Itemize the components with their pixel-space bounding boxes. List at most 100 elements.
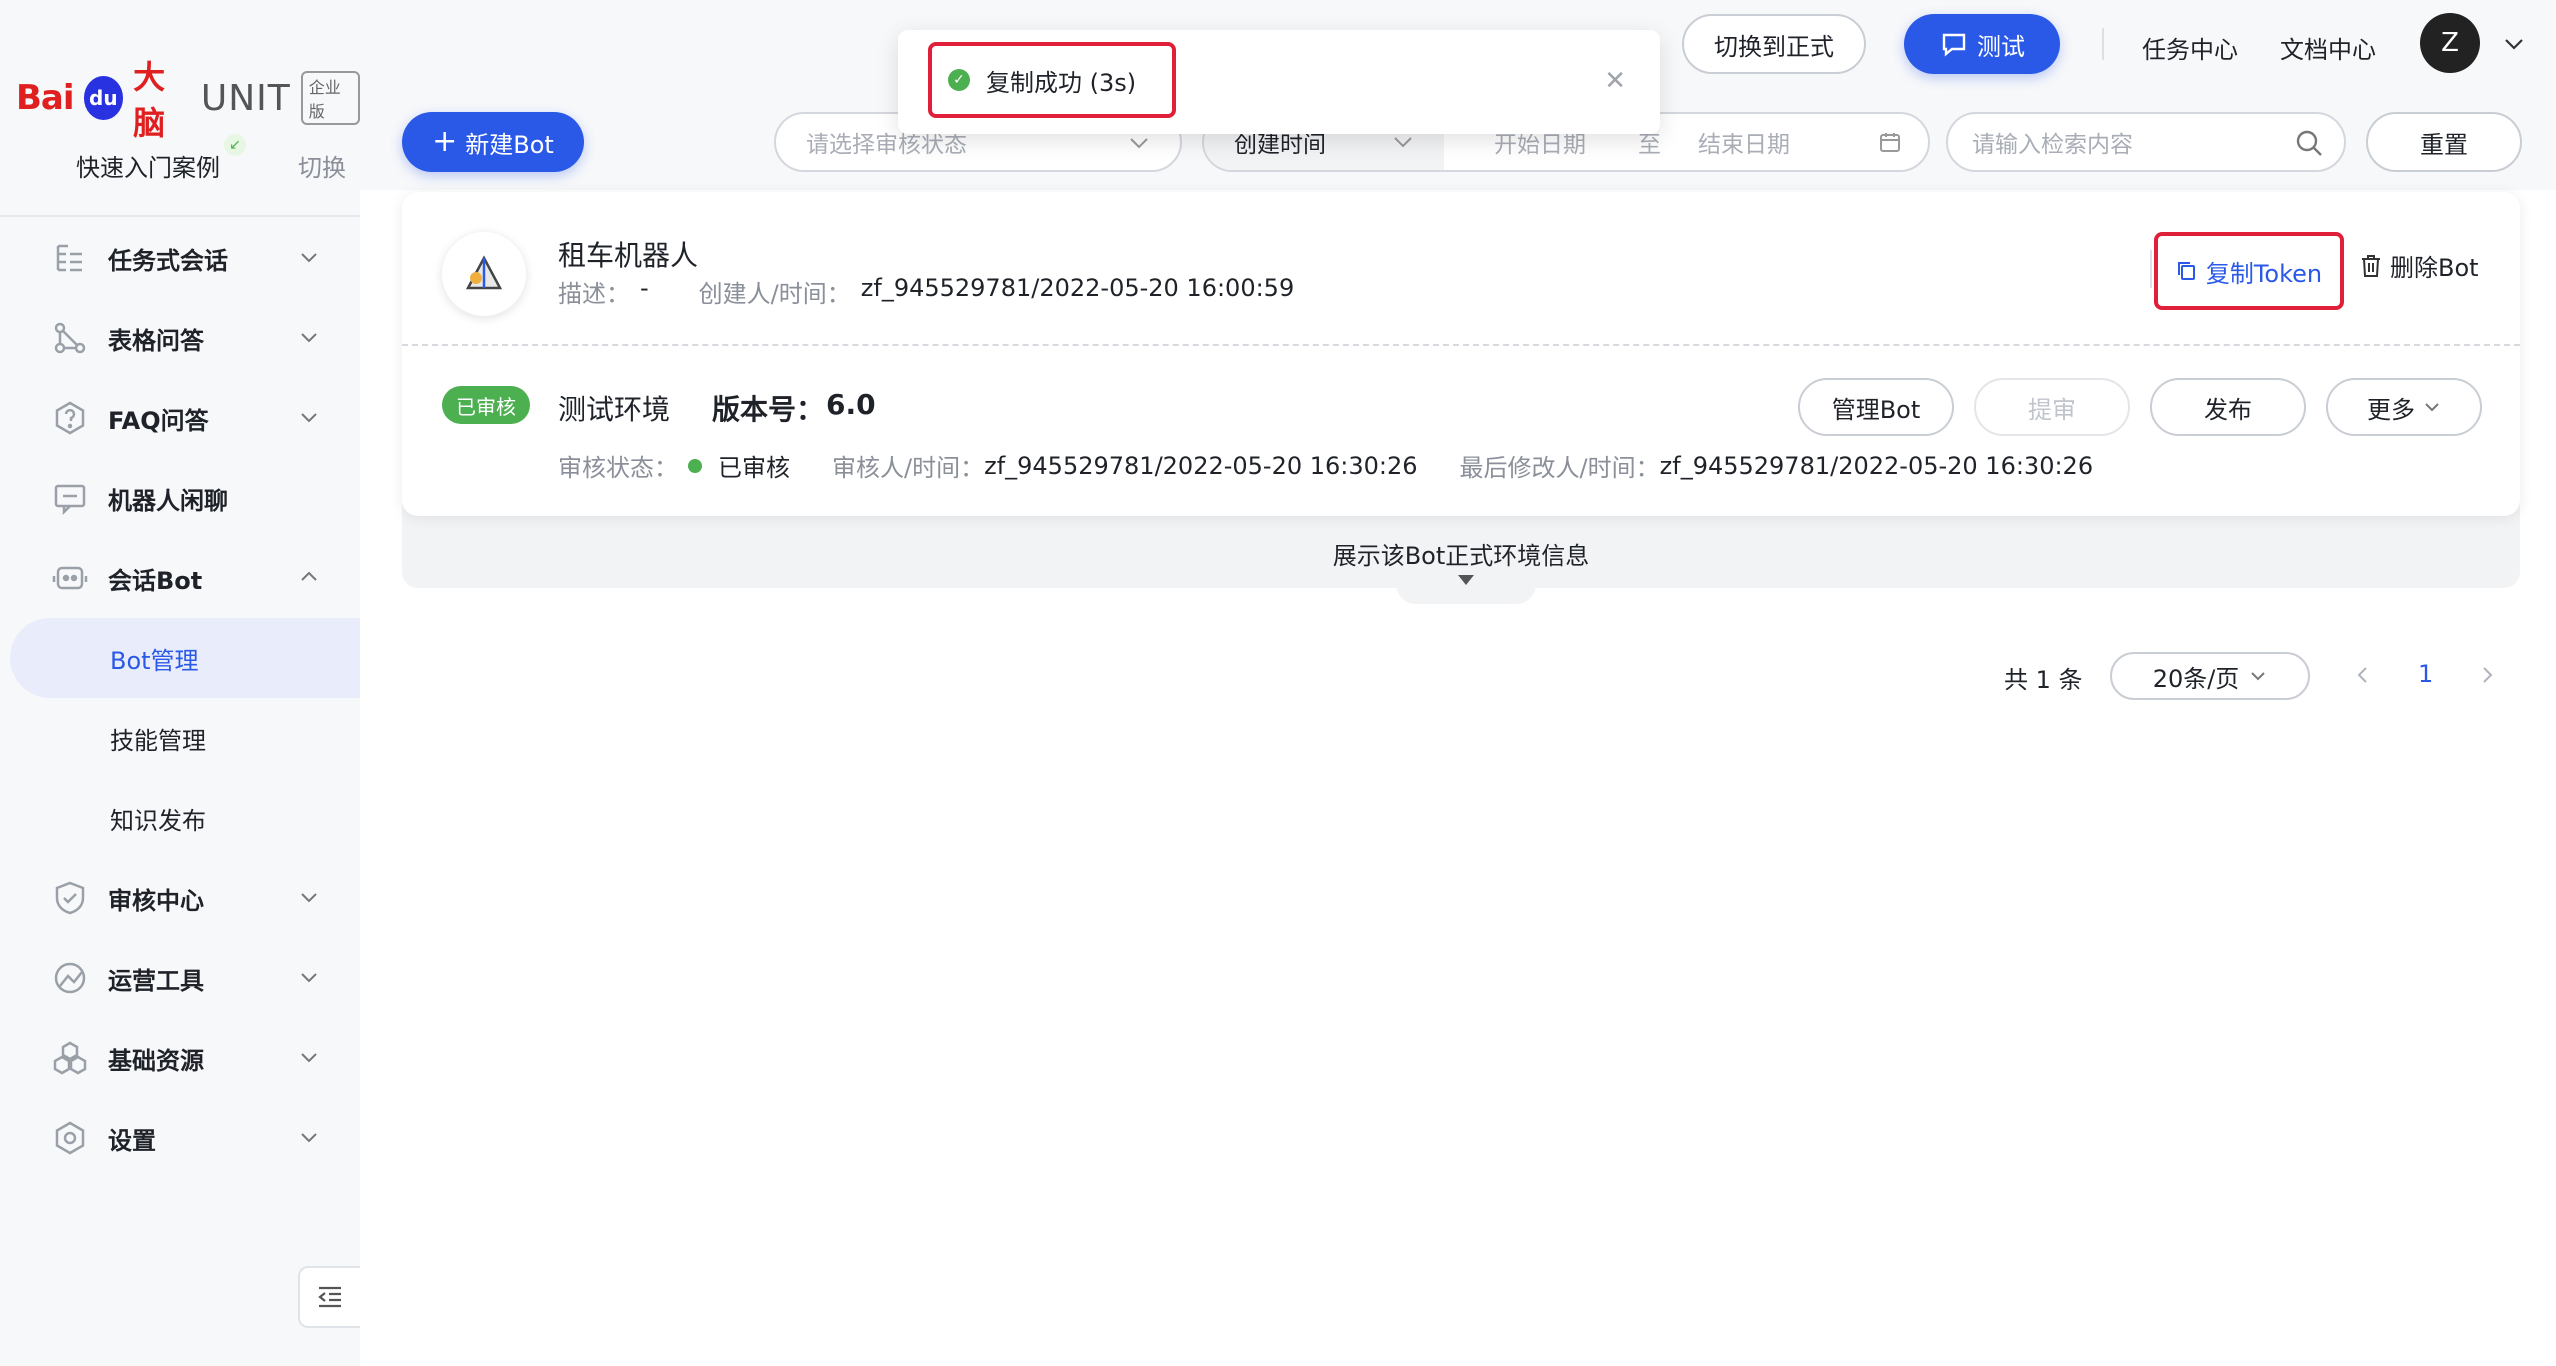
sidebar-item-base-resources[interactable]: 基础资源 bbox=[0, 1018, 360, 1098]
edition-badge: 企业版 bbox=[300, 71, 360, 125]
chevron-down-icon bbox=[1394, 137, 1412, 148]
sidebar-item-faq[interactable]: FAQ问答 bbox=[0, 378, 360, 458]
version-label: 版本号： bbox=[712, 393, 825, 426]
env-meta: 审核状态： 已审核 审核人/时间： zf_945529781/2022-05-2… bbox=[558, 448, 2093, 483]
task-dialog-icon bbox=[52, 240, 88, 276]
sidebar-item-settings[interactable]: 设置 bbox=[0, 1098, 360, 1178]
desc-label: 描述： bbox=[558, 280, 630, 308]
sidebar-item-review-center[interactable]: 审核中心 bbox=[0, 858, 360, 938]
reviewer-value: zf_945529781/2022-05-20 16:30:26 bbox=[984, 451, 1418, 480]
chevron-up-icon bbox=[301, 571, 317, 581]
page-size-select[interactable]: 20条/页 bbox=[2110, 652, 2310, 700]
search-input[interactable]: 请输入检索内容 bbox=[1946, 112, 2346, 172]
sidebar-item-label: 审核中心 bbox=[108, 886, 204, 915]
expand-text: 展示该Bot正式环境信息 bbox=[1332, 542, 1590, 570]
switch-formal-button[interactable]: 切换到正式 bbox=[1682, 14, 1866, 74]
creator-label: 创建人/时间： bbox=[698, 280, 851, 308]
delete-bot-button[interactable]: 删除Bot bbox=[2360, 248, 2479, 283]
user-avatar[interactable]: Z bbox=[2420, 13, 2480, 73]
manage-bot-button[interactable]: 管理Bot bbox=[1798, 378, 1954, 436]
sidebar-item-label: 运营工具 bbox=[108, 966, 204, 995]
sidebar-item-chitchat[interactable]: 机器人闲聊 bbox=[0, 458, 360, 538]
quick-start-label: 快速入门案例 bbox=[76, 154, 220, 182]
sidebar-item-label: 基础资源 bbox=[108, 1046, 204, 1075]
end-date-input[interactable]: 结束日期 bbox=[1698, 125, 1790, 159]
logo-danao-text: 大脑 bbox=[133, 58, 166, 142]
reset-button[interactable]: 重置 bbox=[2366, 112, 2522, 172]
new-bot-button[interactable]: + 新建Bot bbox=[402, 112, 584, 172]
review-status-label: 审核状态： bbox=[558, 454, 678, 482]
resource-icon bbox=[52, 1040, 88, 1076]
success-toast: ✓ 复制成功 (3s) ✕ bbox=[898, 30, 1660, 134]
action-divider bbox=[2150, 250, 2152, 288]
card-divider bbox=[402, 344, 2520, 346]
version-value: 6.0 bbox=[826, 388, 876, 421]
sidebar-menu: 任务式会话 表格问答 FAQ问答 机器人闲聊 会话Bot Bot管理 技能管理 … bbox=[0, 218, 360, 1178]
sidebar-item-label: FAQ问答 bbox=[108, 406, 209, 435]
search-icon[interactable] bbox=[2294, 128, 2324, 158]
sidebar-item-label: 设置 bbox=[108, 1126, 156, 1155]
bot-card: 租车机器人 描述： - 创建人/时间： zf_945529781/2022-05… bbox=[402, 192, 2520, 516]
copy-token-button[interactable]: 复制Token bbox=[2154, 232, 2344, 310]
sidebar-divider bbox=[0, 215, 360, 217]
faq-icon bbox=[52, 400, 88, 436]
sidebar-subitem-skill-manage[interactable]: 技能管理 bbox=[0, 698, 360, 778]
plus-icon: + bbox=[432, 124, 458, 159]
chevron-down-icon bbox=[301, 333, 317, 343]
copy-token-label: 复制Token bbox=[2205, 259, 2323, 288]
sidebar-item-dialog-bot[interactable]: 会话Bot bbox=[0, 538, 360, 618]
total-count: 共 1 条 bbox=[2004, 666, 2083, 694]
chevron-down-icon bbox=[301, 253, 317, 263]
bot-avatar bbox=[442, 232, 526, 316]
chevron-down-icon bbox=[301, 413, 317, 423]
copy-icon bbox=[2177, 262, 2195, 280]
chat-bubble-icon bbox=[1942, 33, 1966, 57]
next-page-icon[interactable] bbox=[2476, 664, 2498, 686]
sidebar-item-label: 会话Bot bbox=[108, 566, 203, 595]
prev-page-icon[interactable] bbox=[2352, 664, 2374, 686]
close-icon[interactable]: ✕ bbox=[1604, 66, 1626, 96]
collapse-icon bbox=[318, 1286, 341, 1308]
settings-icon bbox=[52, 1120, 88, 1156]
chevron-down-icon bbox=[301, 1053, 317, 1063]
doc-center-link[interactable]: 文档中心 bbox=[2280, 30, 2376, 65]
quick-start-link[interactable]: 快速入门案例 ↙ bbox=[76, 134, 246, 183]
submit-review-button[interactable]: 提审 bbox=[1974, 378, 2130, 436]
publish-button[interactable]: 发布 bbox=[2150, 378, 2306, 436]
more-dropdown[interactable]: 更多 bbox=[2326, 378, 2482, 436]
brand-logo[interactable]: Bai du 大脑 UNIT 企业版 bbox=[16, 52, 360, 144]
logo-paw-icon: du bbox=[83, 76, 124, 120]
chevron-down-icon bbox=[301, 1133, 317, 1143]
expand-toggle[interactable] bbox=[1396, 572, 1536, 604]
modifier-value: zf_945529781/2022-05-20 16:30:26 bbox=[1659, 451, 2094, 480]
toast-message: 复制成功 (3s) bbox=[986, 68, 1137, 97]
test-button-label: 测试 bbox=[1977, 32, 2025, 61]
page-number-current[interactable]: 1 bbox=[2418, 660, 2433, 688]
test-button[interactable]: 测试 bbox=[1904, 14, 2060, 74]
chevron-down-icon bbox=[1130, 138, 1148, 149]
bot-meta: 描述： - 创建人/时间： zf_945529781/2022-05-20 16… bbox=[558, 274, 1294, 309]
quick-start-row: 快速入门案例 ↙ 切换 bbox=[76, 134, 346, 183]
operation-icon bbox=[52, 960, 88, 996]
switch-link[interactable]: 切换 bbox=[298, 148, 346, 183]
sidebar-item-operation-tools[interactable]: 运营工具 bbox=[0, 938, 360, 1018]
delete-bot-label: 删除Bot bbox=[2390, 254, 2479, 282]
modifier-label: 最后修改人/时间： bbox=[1459, 454, 1660, 482]
sidebar-subitem-knowledge-publish[interactable]: 知识发布 bbox=[0, 778, 360, 858]
sidebar-item-table-qa[interactable]: 表格问答 bbox=[0, 298, 360, 378]
sidebar-subitem-bot-manage[interactable]: Bot管理 bbox=[10, 618, 360, 698]
logo-bai-text: Bai bbox=[16, 78, 75, 118]
bot-icon bbox=[52, 560, 88, 596]
sidebar-item-task-dialog[interactable]: 任务式会话 bbox=[0, 218, 360, 298]
search-placeholder: 请输入检索内容 bbox=[1972, 132, 2133, 158]
collapse-sidebar-button[interactable] bbox=[298, 1266, 360, 1328]
calendar-icon bbox=[1880, 133, 1900, 152]
table-qa-icon bbox=[52, 320, 88, 356]
task-center-link[interactable]: 任务中心 bbox=[2142, 30, 2238, 65]
header-divider bbox=[2102, 28, 2104, 60]
shield-icon bbox=[52, 880, 88, 916]
chevron-down-icon bbox=[2251, 672, 2266, 681]
trash-icon bbox=[2362, 254, 2380, 277]
chevron-down-icon[interactable] bbox=[2502, 32, 2526, 56]
creator-value: zf_945529781/2022-05-20 16:00:59 bbox=[860, 274, 1295, 302]
